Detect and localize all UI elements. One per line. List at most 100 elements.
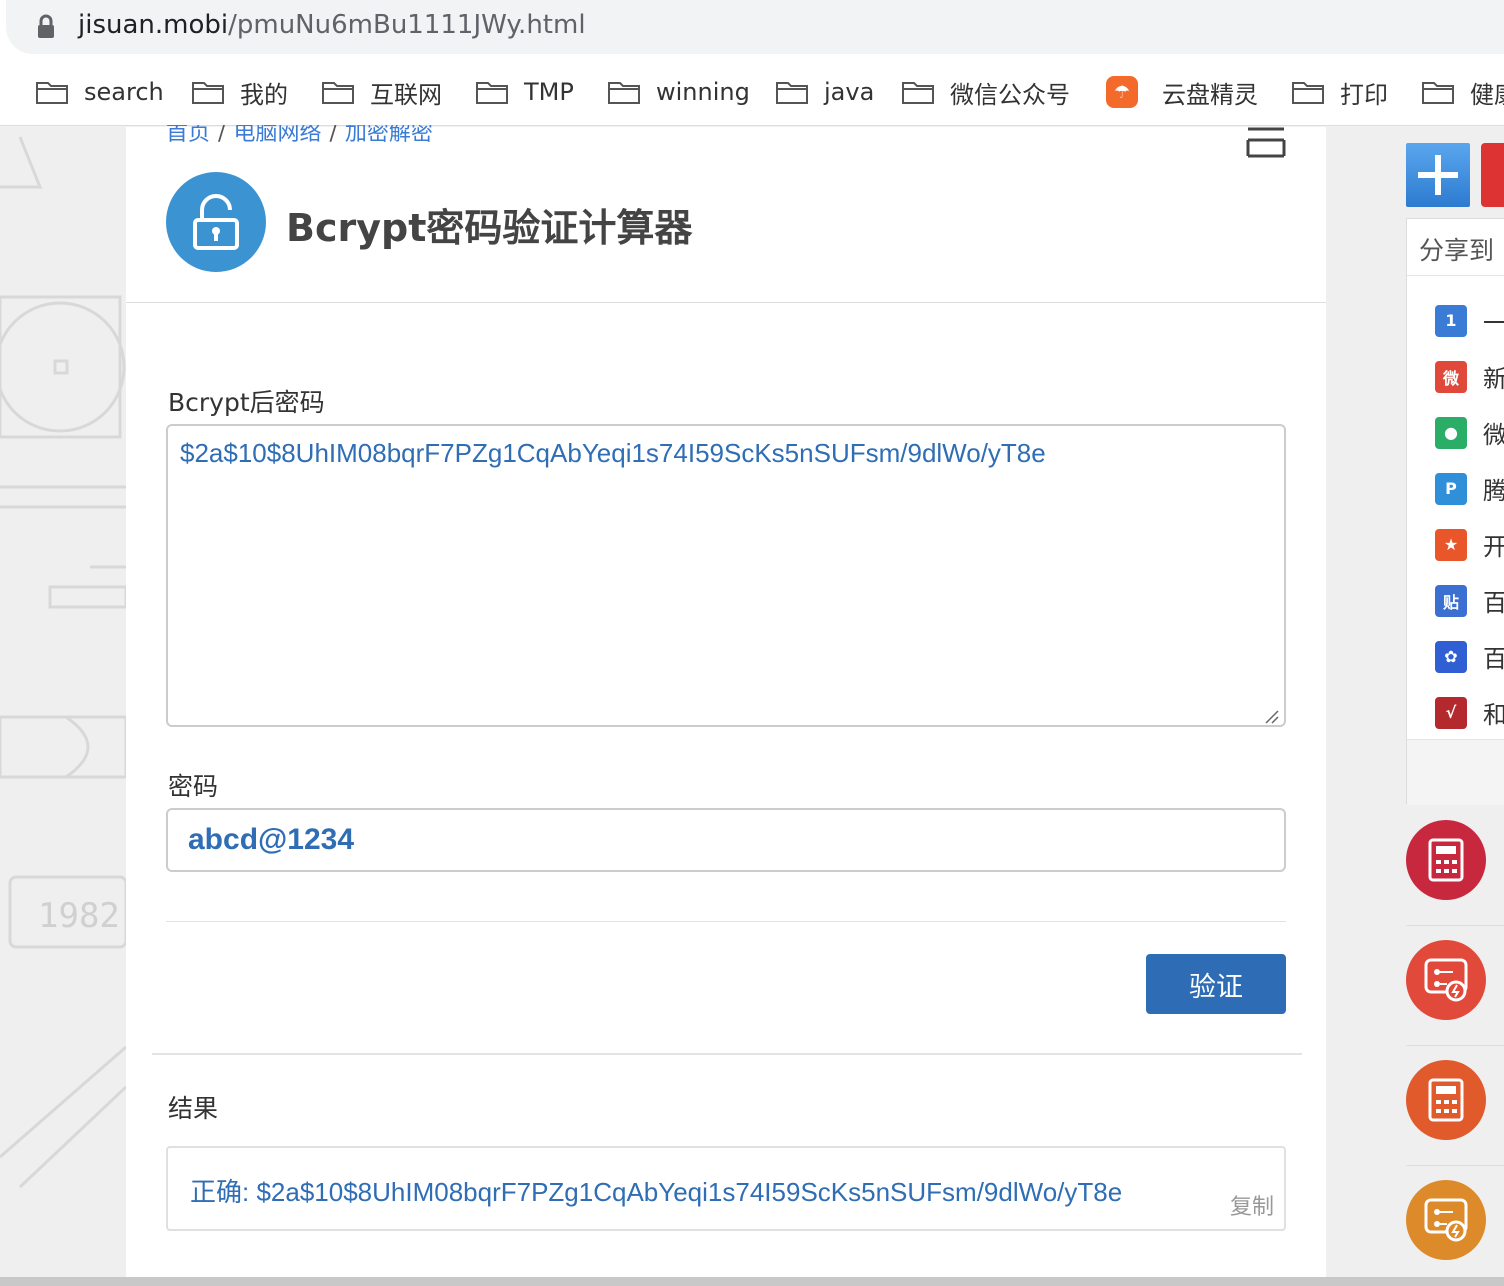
baidu-icon: ✿: [1435, 640, 1467, 673]
share-title: 分享到: [1419, 236, 1495, 265]
share-item-label: 和: [1483, 701, 1504, 729]
bookmark-label: java: [824, 78, 875, 106]
folder-icon: [476, 82, 508, 104]
lock-icon: [38, 14, 54, 38]
share-item[interactable]: 贴 百: [1435, 583, 1504, 618]
add-share-button[interactable]: [1406, 143, 1470, 207]
result-text: 正确: $2a$10$8UhIM08bqrF7PZg1CqAbYeqi1s74I…: [190, 1177, 1123, 1207]
folder-icon: [902, 82, 934, 104]
divider: [152, 1053, 1302, 1055]
breadcrumb-category-link[interactable]: 电脑网络: [233, 125, 321, 147]
divider: [1406, 925, 1504, 926]
url-path: /pmuNu6mBu1111JWy.html: [228, 10, 586, 40]
bookmark-health[interactable]: 健康: [1422, 74, 1504, 110]
bookmarks-bar: search 我的 互联网 TMP winning java 微信公众号 ☂ 云…: [0, 60, 1504, 126]
folder-icon: [1422, 82, 1454, 104]
bookmark-label: winning: [656, 78, 750, 106]
circuit-tool-link[interactable]: [1406, 1180, 1486, 1260]
share-item[interactable]: P 腾: [1435, 471, 1504, 506]
share-item-label: 腾: [1483, 477, 1504, 505]
bookmark-wechat-official[interactable]: 微信公众号: [902, 74, 1070, 110]
bookmark-label: TMP: [524, 78, 574, 106]
share-item-label: 一: [1483, 309, 1504, 337]
share-item-label: 百: [1483, 645, 1504, 673]
circuit-icon: [1424, 1198, 1468, 1242]
share-widget-icon[interactable]: [1481, 143, 1504, 207]
folder-icon: [36, 82, 68, 104]
breadcrumb-subcategory-link[interactable]: 加密解密: [345, 125, 433, 147]
folder-icon: [608, 82, 640, 104]
share-item[interactable]: 1 一: [1435, 303, 1504, 338]
address-bar[interactable]: jisuan.mobi/pmuNu6mBu1111JWy.html: [6, 0, 1504, 54]
circuit-icon: [1424, 958, 1468, 1002]
taskbar-strip: [0, 1277, 1504, 1286]
resize-handle[interactable]: [1264, 709, 1280, 725]
password-input[interactable]: [166, 808, 1286, 872]
bookmark-label: 互联网: [370, 80, 442, 109]
divider: [126, 302, 1326, 303]
breadcrumb: 首页 / 电脑网络 / 加密解密: [166, 125, 433, 147]
breadcrumb-home-link[interactable]: 首页: [166, 125, 210, 147]
folder-icon: [322, 82, 354, 104]
share-item[interactable]: 微 新: [1435, 359, 1504, 394]
share-item[interactable]: √ 和: [1435, 695, 1504, 730]
divider: [1407, 275, 1504, 276]
share-item[interactable]: ✿ 百: [1435, 639, 1504, 674]
calculator-icon: [1428, 1078, 1464, 1122]
password-label: 密码: [168, 772, 219, 801]
folder-icon: [776, 82, 808, 104]
weibo-icon: 微: [1435, 360, 1467, 393]
url-text[interactable]: jisuan.mobi/pmuNu6mBu1111JWy.html: [78, 10, 586, 40]
share-item[interactable]: ● 微: [1435, 415, 1504, 450]
menu-icon[interactable]: [1246, 127, 1286, 159]
tencent-icon: P: [1435, 472, 1467, 505]
share-item-label: 开: [1483, 533, 1504, 561]
lock-icon: [193, 194, 239, 250]
background-decoration: 1982: [0, 136, 126, 1189]
verify-button[interactable]: 验证: [1146, 954, 1286, 1014]
bookmark-label: 我的: [240, 80, 288, 109]
bookmark-label: 微信公众号: [950, 80, 1070, 109]
page-title: Bcrypt密码验证计算器: [286, 206, 693, 250]
calculator-icon: [1428, 838, 1464, 882]
breadcrumb-separator: /: [329, 125, 337, 146]
share-item[interactable]: ★ 开: [1435, 527, 1504, 562]
calculator-tool-link[interactable]: [1406, 1060, 1486, 1140]
breadcrumb-separator: /: [218, 125, 226, 146]
share-item-label: 微: [1483, 421, 1504, 449]
tool-logo: [166, 172, 266, 272]
share-item-label: 新: [1483, 365, 1504, 393]
bookmark-cloud-app[interactable]: ☂ 云盘精灵: [1106, 74, 1258, 110]
bookmark-java[interactable]: java: [776, 74, 874, 110]
folder-icon: [192, 82, 224, 104]
bookmark-internet[interactable]: 互联网: [322, 74, 442, 110]
bookmark-tmp[interactable]: TMP: [476, 74, 574, 110]
background-year-text: 1982: [38, 896, 120, 936]
cloud-app-icon: ☂: [1106, 76, 1138, 108]
result-label: 结果: [168, 1094, 219, 1123]
bookmark-print[interactable]: 打印: [1292, 74, 1388, 110]
bookmark-label: search: [84, 78, 164, 106]
bookmark-label: 云盘精灵: [1162, 80, 1258, 109]
share-panel: 分享到 1 一 微 新 ● 微 P 腾 ★ 开 贴 百 ✿ 百 √ 和: [1406, 218, 1504, 805]
bookmark-winning[interactable]: winning: [608, 74, 750, 110]
bookmark-mine[interactable]: 我的: [192, 74, 288, 110]
hash-textarea[interactable]: $2a$10$8UhIM08bqrF7PZg1CqAbYeqi1s74I59Sc…: [166, 424, 1286, 727]
calculator-tool-link[interactable]: [1406, 820, 1486, 900]
one-icon: 1: [1435, 304, 1467, 337]
share-panel-footer: [1407, 739, 1504, 805]
hash-label: Bcrypt后密码: [168, 388, 325, 417]
folder-icon: [1292, 82, 1324, 104]
bookmark-label: 打印: [1340, 80, 1388, 109]
share-item-label: 百: [1483, 589, 1504, 617]
kaixin-icon: ★: [1435, 528, 1467, 561]
circuit-tool-link[interactable]: [1406, 940, 1486, 1020]
browser-toolbar: jisuan.mobi/pmuNu6mBu1111JWy.html: [0, 0, 1504, 60]
bookmark-search[interactable]: search: [36, 74, 164, 110]
bookmark-label: 健康: [1470, 80, 1504, 109]
tieba-icon: 贴: [1435, 584, 1467, 617]
divider: [1406, 1165, 1504, 1166]
wechat-icon: ●: [1435, 416, 1467, 449]
divider: [166, 921, 1286, 922]
copy-button[interactable]: 复制: [1230, 1189, 1274, 1221]
